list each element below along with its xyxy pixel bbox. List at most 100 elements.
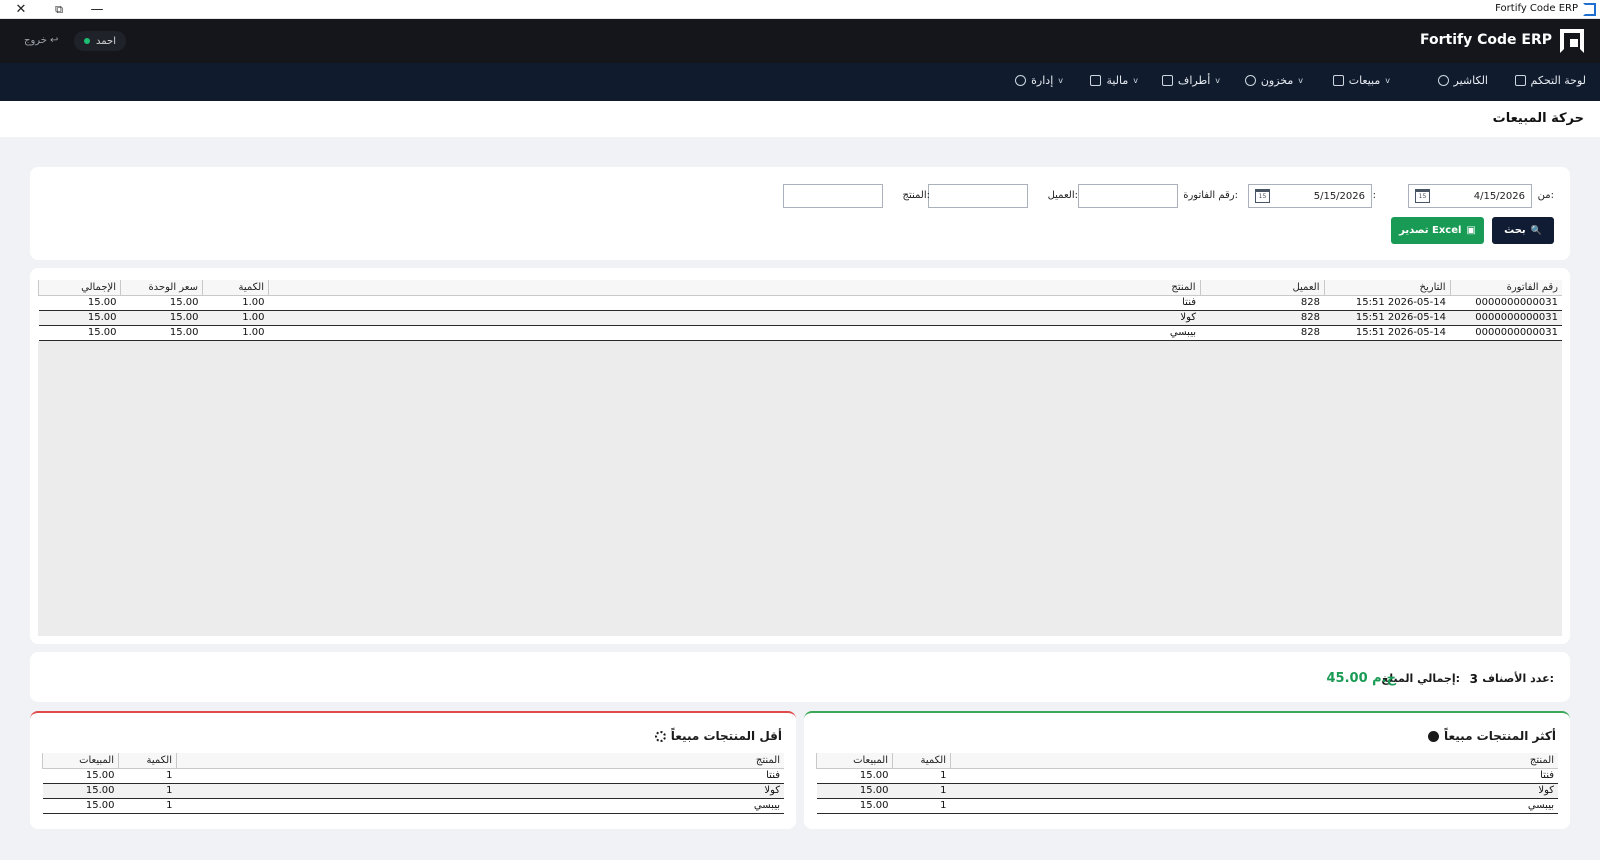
- export-excel-label: تصدير Excel: [1399, 225, 1462, 236]
- chevron-down-icon: v: [1215, 76, 1220, 85]
- col-sales[interactable]: المبيعات: [42, 753, 119, 769]
- cell-unit-price: 15.00: [120, 295, 203, 311]
- box-icon: [1244, 75, 1256, 86]
- table-row[interactable]: بيبسي 1 15.00: [816, 798, 1558, 814]
- nav-item-admin[interactable]: إدارة v: [1015, 74, 1063, 87]
- item-count-label: عدد الأصناف:: [1482, 672, 1554, 685]
- chevron-down-icon: v: [1133, 76, 1138, 85]
- invoice-number-input[interactable]: [1078, 184, 1178, 208]
- col-date[interactable]: التاريخ: [1323, 280, 1450, 296]
- sales-table: رقم الفاتورة التاريخ العميل المنتج الكمي…: [38, 280, 1562, 341]
- best-sellers-title: أكثر المنتجات مبيعاً: [1428, 729, 1556, 743]
- table-row[interactable]: بيبسي 1 15.00: [42, 798, 784, 814]
- from-date-picker[interactable]: 15 4/15/2026: [1408, 184, 1532, 208]
- col-quantity[interactable]: الكمية: [892, 753, 951, 769]
- cell-invoice-number: 0000000000031: [1450, 325, 1562, 341]
- table-row[interactable]: 0000000000031 2026-05-14 15:51 828 كولا …: [38, 310, 1562, 326]
- col-unit-price[interactable]: سعر الوحدة: [120, 280, 203, 296]
- search-button[interactable]: بحث 🔍: [1492, 217, 1554, 244]
- cell-product: كولا: [268, 310, 1200, 326]
- user-name: احمد: [96, 35, 116, 47]
- window-restore-button[interactable]: ⧉: [40, 0, 78, 19]
- nav-label: مالية: [1106, 74, 1129, 87]
- cell-date: 2026-05-14 15:51: [1324, 295, 1450, 311]
- worst-sellers-table: المنتج الكمية المبيعات فنتا 1 15.00 كولا…: [42, 753, 784, 814]
- logout-button[interactable]: خروج ↩: [24, 35, 58, 46]
- logout-icon: ↩: [49, 35, 59, 46]
- cell-total: 15.00: [38, 325, 121, 341]
- export-excel-button[interactable]: تصدير Excel ▣: [1391, 217, 1484, 244]
- customer-label: العميل:: [1047, 190, 1078, 201]
- table-header-row: المنتج الكمية المبيعات: [816, 753, 1558, 769]
- cell-quantity: 1: [118, 768, 177, 784]
- cell-date: 2026-05-14 15:51: [1324, 310, 1450, 326]
- cell-product: بيبسي: [176, 798, 784, 814]
- col-customer[interactable]: العميل: [1199, 280, 1324, 296]
- chevron-down-icon: v: [1298, 76, 1303, 85]
- cell-product: بيبسي: [268, 325, 1200, 341]
- table-row[interactable]: كولا 1 15.00: [816, 783, 1558, 799]
- cell-quantity: 1: [892, 798, 951, 814]
- cell-quantity: 1: [892, 768, 951, 784]
- best-sellers-grid[interactable]: المنتج الكمية المبيعات فنتا 1 15.00 كولا…: [816, 753, 1558, 814]
- from-date-label: من:: [1537, 190, 1554, 201]
- table-row[interactable]: كولا 1 15.00: [42, 783, 784, 799]
- nav-item-inventory[interactable]: مخزون v: [1244, 74, 1303, 87]
- cell-sales: 15.00: [42, 768, 119, 784]
- item-count-value: 3: [1469, 672, 1478, 686]
- col-product[interactable]: المنتج: [176, 753, 784, 769]
- dashboard-icon: [1514, 75, 1526, 86]
- user-badge[interactable]: احمد: [74, 31, 126, 51]
- brand-name: Fortify Code ERP: [1420, 32, 1552, 48]
- to-date-picker[interactable]: 15 5/15/2026: [1248, 184, 1372, 208]
- col-quantity[interactable]: الكمية: [202, 280, 269, 296]
- cell-unit-price: 15.00: [120, 325, 203, 341]
- cell-product: بيبسي: [950, 798, 1558, 814]
- table-header-row: المنتج الكمية المبيعات: [42, 753, 784, 769]
- cell-sales: 15.00: [816, 768, 893, 784]
- table-header-row: رقم الفاتورة التاريخ العميل المنتج الكمي…: [38, 280, 1562, 296]
- nav-item-dashboard[interactable]: لوحة التحكم: [1514, 74, 1586, 87]
- nav-label: لوحة التحكم: [1530, 74, 1586, 87]
- summary-panel: عدد الأصناف: 3 إجمالي المبلغ: 45.00 ج.م: [30, 652, 1570, 702]
- table-row[interactable]: 0000000000031 2026-05-14 15:51 828 بيبسي…: [38, 325, 1562, 341]
- brand-logo-icon: [1560, 29, 1584, 53]
- col-sales[interactable]: المبيعات: [816, 753, 893, 769]
- col-product[interactable]: المنتج: [268, 280, 1200, 296]
- customer-input[interactable]: [928, 184, 1028, 208]
- cell-customer: 828: [1200, 295, 1324, 311]
- search-icon: 🔍: [1530, 225, 1542, 236]
- invoice-number-label: رقم الفاتورة:: [1183, 190, 1238, 201]
- nav-item-cashier[interactable]: الكاشير: [1437, 74, 1488, 87]
- cell-product: كولا: [176, 783, 784, 799]
- table-row[interactable]: 0000000000031 2026-05-14 15:51 828 فنتا …: [38, 295, 1562, 311]
- product-input[interactable]: [783, 184, 883, 208]
- cell-customer: 828: [1200, 310, 1324, 326]
- window-close-button[interactable]: ✕: [2, 0, 40, 19]
- cell-invoice-number: 0000000000031: [1450, 295, 1562, 311]
- worst-sellers-grid[interactable]: المنتج الكمية المبيعات فنتا 1 15.00 كولا…: [42, 753, 784, 814]
- col-product[interactable]: المنتج: [950, 753, 1558, 769]
- cell-product: كولا: [950, 783, 1558, 799]
- col-quantity[interactable]: الكمية: [118, 753, 177, 769]
- cell-sales: 15.00: [816, 783, 893, 799]
- chevron-down-icon: v: [1385, 76, 1390, 85]
- nav-item-parties[interactable]: أطراف v: [1161, 74, 1220, 87]
- table-row[interactable]: فنتا 1 15.00: [816, 768, 1558, 784]
- col-total[interactable]: الإجمالي: [38, 280, 121, 296]
- calendar-icon: 15: [1255, 189, 1270, 203]
- sales-grid[interactable]: رقم الفاتورة التاريخ العميل المنتج الكمي…: [38, 280, 1562, 636]
- col-invoice-number[interactable]: رقم الفاتورة: [1449, 280, 1562, 296]
- table-row[interactable]: فنتا 1 15.00: [42, 768, 784, 784]
- nav-item-sales[interactable]: مبيعات v: [1332, 74, 1390, 87]
- app-logo-icon: [1583, 3, 1596, 16]
- cell-total: 15.00: [38, 310, 121, 326]
- search-label: بحث: [1504, 225, 1526, 236]
- worst-sellers-title: أقل المنتجات مبيعاً: [654, 729, 782, 743]
- main-nav: لوحة التحكم الكاشير مبيعات v مخزون v أطر…: [0, 63, 1600, 101]
- people-icon: [1161, 75, 1173, 86]
- window-minimize-button[interactable]: —: [78, 0, 116, 19]
- nav-label: الكاشير: [1453, 74, 1488, 87]
- nav-item-finance[interactable]: مالية v: [1090, 74, 1138, 87]
- finance-icon: [1090, 75, 1102, 86]
